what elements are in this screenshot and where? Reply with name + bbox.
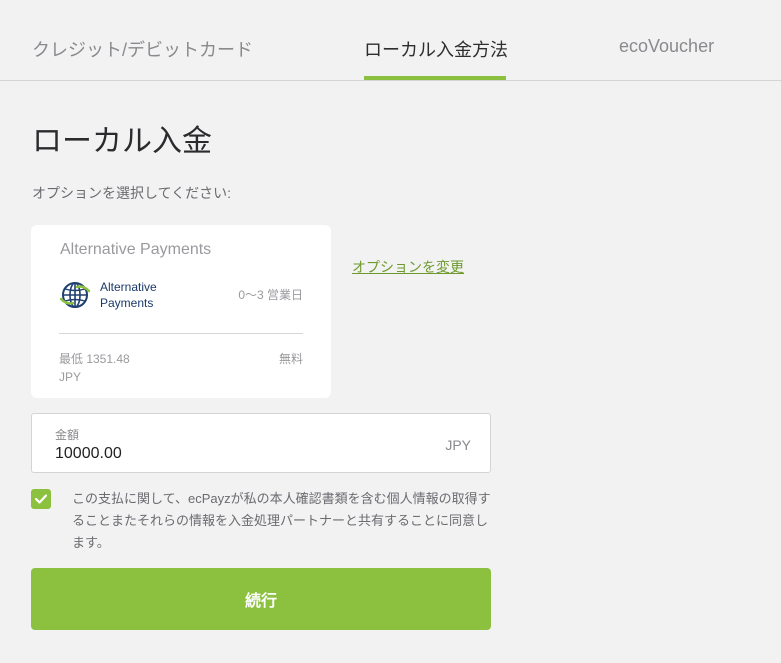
tab-local-deposit-methods[interactable]: ローカル入金方法	[364, 36, 508, 62]
tab-ecovoucher[interactable]: ecoVoucher	[619, 36, 714, 57]
amount-input[interactable]	[55, 444, 415, 464]
card-divider	[59, 333, 303, 334]
amount-field[interactable]: 金額 JPY	[31, 413, 491, 473]
page-title: ローカル入金	[32, 125, 212, 158]
continue-button[interactable]: 続行	[31, 568, 491, 630]
globe-icon	[59, 279, 91, 311]
minimum-amount-currency: JPY	[59, 370, 82, 384]
payment-provider-name: Alternative Payments	[100, 279, 157, 311]
payment-option-title: Alternative Payments	[60, 241, 212, 258]
payment-method-tabs: クレジット/デビットカード ローカル入金方法 ecoVoucher	[0, 0, 781, 81]
consent-checkbox[interactable]	[31, 489, 51, 509]
minimum-amount: 最低 1351.48 JPY	[59, 350, 130, 386]
tab-credit-debit-card[interactable]: クレジット/デビットカード	[32, 36, 253, 62]
processing-time: 0〜3 営業日	[238, 288, 303, 302]
payment-provider-name-line1: Alternative	[100, 280, 157, 294]
payment-option-card[interactable]: Alternative Payments Alternative Payment…	[31, 225, 331, 398]
amount-label: 金額	[55, 428, 80, 442]
change-option-link[interactable]: オプションを変更	[352, 257, 464, 277]
consent-text: この支払に関して、ecPayzが私の本人確認書類を含む個人情報の取得することまた…	[72, 491, 491, 550]
active-tab-indicator	[364, 76, 506, 80]
select-option-prompt: オプションを選択してください:	[32, 185, 232, 201]
fee-label: 無料	[278, 352, 303, 366]
checkmark-icon	[35, 494, 47, 504]
minimum-amount-value: 最低 1351.48	[59, 352, 130, 366]
amount-currency: JPY	[445, 437, 471, 453]
payment-provider-name-line2: Payments	[100, 296, 154, 310]
